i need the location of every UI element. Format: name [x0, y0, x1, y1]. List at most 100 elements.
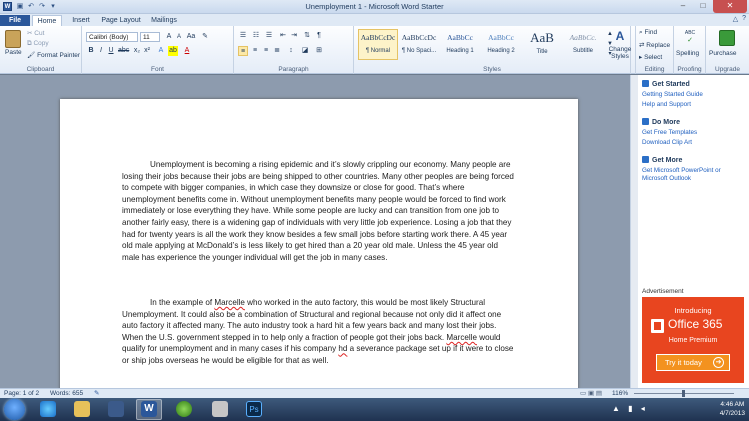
- help-icon[interactable]: ?: [742, 15, 746, 23]
- status-bar: Page: 1 of 2 Words: 655 ✎ ▭ ▣ ▤ 116%: [0, 388, 749, 398]
- select-button[interactable]: ▸ Select: [639, 53, 662, 61]
- paragraph-1[interactable]: Unemployment is becoming a rising epidem…: [122, 159, 517, 263]
- style-heading-1[interactable]: AaBbCc Heading 1: [440, 29, 480, 60]
- styles-group: AaBbCcDc ¶ Normal AaBbCcDc ¶ No Spaci... A…: [354, 26, 631, 74]
- getting-started-guide-link[interactable]: Getting Started Guide: [642, 91, 747, 99]
- copy-button[interactable]: ⧉ Copy: [27, 40, 49, 48]
- underline-button[interactable]: U: [106, 46, 116, 56]
- superscript-button[interactable]: x²: [142, 46, 152, 56]
- view-buttons[interactable]: ▭ ▣ ▤: [580, 389, 602, 398]
- title-bar: W ▣ ↶ ↷ ▾ Unemployment 1 - Microsoft Wor…: [0, 0, 749, 14]
- align-left-icon[interactable]: ≡: [238, 46, 248, 56]
- style-no-spacing[interactable]: AaBbCcDc ¶ No Spaci...: [399, 29, 439, 60]
- clock[interactable]: 4:46 AM 4/7/2013: [720, 400, 745, 418]
- sort-icon[interactable]: ⇅: [302, 31, 312, 41]
- free-templates-link[interactable]: Get Free Templates: [642, 129, 747, 137]
- app-icon[interactable]: [212, 401, 228, 417]
- editing-group: ⌕ Find ⇄ Replace ▸ Select Editing: [636, 26, 674, 74]
- bold-button[interactable]: B: [86, 46, 96, 56]
- styles-group-label: Styles: [483, 66, 501, 73]
- purchase-icon[interactable]: [719, 30, 735, 46]
- help-and-support-link[interactable]: Help and Support: [642, 101, 747, 109]
- tab-home[interactable]: Home: [32, 15, 62, 26]
- window-controls: – □ ✕: [673, 0, 747, 13]
- system-tray-icons[interactable]: ▲ ▮ ◂: [612, 404, 648, 413]
- misspelled-word[interactable]: Marcelle: [446, 333, 477, 342]
- purchase-button[interactable]: Purchase: [709, 50, 736, 57]
- grow-font-icon[interactable]: A: [164, 32, 174, 42]
- misspelled-word[interactable]: Marcelle: [214, 298, 245, 307]
- decrease-indent-icon[interactable]: ⇤: [278, 31, 288, 41]
- show-formatting-icon[interactable]: ¶: [314, 31, 324, 41]
- bullets-icon[interactable]: ☰: [238, 31, 248, 41]
- tab-page-layout[interactable]: Page Layout: [100, 15, 142, 26]
- find-button[interactable]: ⌕ Find: [639, 29, 657, 37]
- get-powerpoint-outlook-link[interactable]: Get Microsoft PowerPoint or Microsoft Ou…: [642, 167, 747, 182]
- paste-icon[interactable]: [5, 30, 21, 48]
- office-365-ad[interactable]: Introducing Office 365 Home Premium Try …: [642, 297, 744, 383]
- font-size-combo[interactable]: 11: [140, 32, 160, 42]
- spelling-button[interactable]: Spelling: [676, 50, 699, 57]
- file-explorer-icon[interactable]: [74, 401, 90, 417]
- shading-icon[interactable]: ◪: [300, 46, 310, 56]
- highlight-color-icon[interactable]: ab: [168, 46, 178, 56]
- tab-insert[interactable]: Insert: [66, 15, 96, 26]
- vertical-scrollbar[interactable]: [630, 75, 638, 388]
- line-spacing-icon[interactable]: ↕: [286, 46, 296, 56]
- multilevel-list-icon[interactable]: ☰: [264, 31, 274, 41]
- tab-file[interactable]: File: [0, 15, 30, 26]
- word-count[interactable]: Words: 655: [50, 389, 83, 398]
- format-painter-button[interactable]: 🖌 Format Painter: [27, 51, 80, 59]
- borders-icon[interactable]: ⊞: [314, 46, 324, 56]
- style-subtitle[interactable]: AaBbCc. Subtitle: [563, 29, 603, 60]
- text-effects-icon[interactable]: A: [156, 46, 166, 56]
- media-player-icon[interactable]: [108, 401, 124, 417]
- maximize-button[interactable]: □: [693, 0, 713, 13]
- shrink-font-icon[interactable]: A: [174, 32, 184, 42]
- change-styles-button[interactable]: Change Styles: [605, 46, 635, 60]
- zoom-level[interactable]: 116%: [612, 389, 628, 398]
- photoshop-icon[interactable]: Ps: [246, 401, 262, 417]
- spelling-icon[interactable]: ABC ✓: [683, 29, 697, 44]
- paste-button[interactable]: Paste: [5, 49, 22, 56]
- try-it-today-button[interactable]: Try it today ➔: [656, 354, 730, 371]
- proofing-status-icon[interactable]: ✎: [94, 389, 99, 398]
- font-color-icon[interactable]: A: [182, 46, 192, 56]
- clock-time: 4:46 AM: [720, 401, 745, 408]
- replace-button[interactable]: ⇄ Replace: [639, 41, 670, 49]
- italic-button[interactable]: I: [96, 46, 106, 56]
- style-normal[interactable]: AaBbCcDc ¶ Normal: [358, 29, 398, 60]
- justify-icon[interactable]: ≣: [272, 46, 282, 56]
- style-title[interactable]: AaB Title: [522, 29, 562, 60]
- style-heading-2[interactable]: AaBbCc Heading 2: [481, 29, 521, 60]
- page-count[interactable]: Page: 1 of 2: [4, 389, 39, 398]
- cut-button[interactable]: ✂ Cut: [27, 29, 44, 37]
- numbering-icon[interactable]: ☷: [251, 31, 261, 41]
- minimize-ribbon-icon[interactable]: △: [733, 15, 738, 23]
- get-started-icon: [642, 80, 649, 87]
- ribbon-tabs: File Home Insert Page Layout Mailings: [0, 14, 749, 26]
- internet-explorer-icon[interactable]: [40, 401, 56, 417]
- office-logo-icon: [651, 319, 664, 333]
- increase-indent-icon[interactable]: ⇥: [289, 31, 299, 41]
- download-clip-art-link[interactable]: Download Clip Art: [642, 139, 747, 147]
- paragraph-group: ☰ ☷ ☰ ⇤ ⇥ ⇅ ¶ ≡ ≡ ≡ ≣ ↕ ◪ ⊞ Paragraph: [234, 26, 354, 74]
- minimize-button[interactable]: –: [673, 0, 693, 13]
- change-case-icon[interactable]: Aa: [186, 32, 196, 42]
- start-button[interactable]: [4, 399, 25, 420]
- tab-mailings[interactable]: Mailings: [148, 15, 180, 26]
- font-name-combo[interactable]: Calibri (Body): [86, 32, 138, 42]
- close-button[interactable]: ✕: [713, 0, 747, 13]
- zoom-slider-thumb[interactable]: [682, 390, 685, 397]
- change-styles-group: A Change Styles: [604, 26, 636, 74]
- clear-formatting-icon[interactable]: ✎: [200, 32, 210, 42]
- paragraph-2[interactable]: In the example of Marcelle who worked in…: [122, 297, 517, 367]
- align-right-icon[interactable]: ≡: [261, 46, 271, 56]
- spotify-icon[interactable]: [176, 401, 192, 417]
- subscript-button[interactable]: x₂: [132, 46, 142, 56]
- align-center-icon[interactable]: ≡: [250, 46, 260, 56]
- change-styles-icon[interactable]: A: [613, 29, 627, 43]
- document-page[interactable]: Unemployment is becoming a rising epidem…: [60, 99, 578, 399]
- get-more-icon: [642, 156, 649, 163]
- strikethrough-button[interactable]: abc: [118, 46, 129, 56]
